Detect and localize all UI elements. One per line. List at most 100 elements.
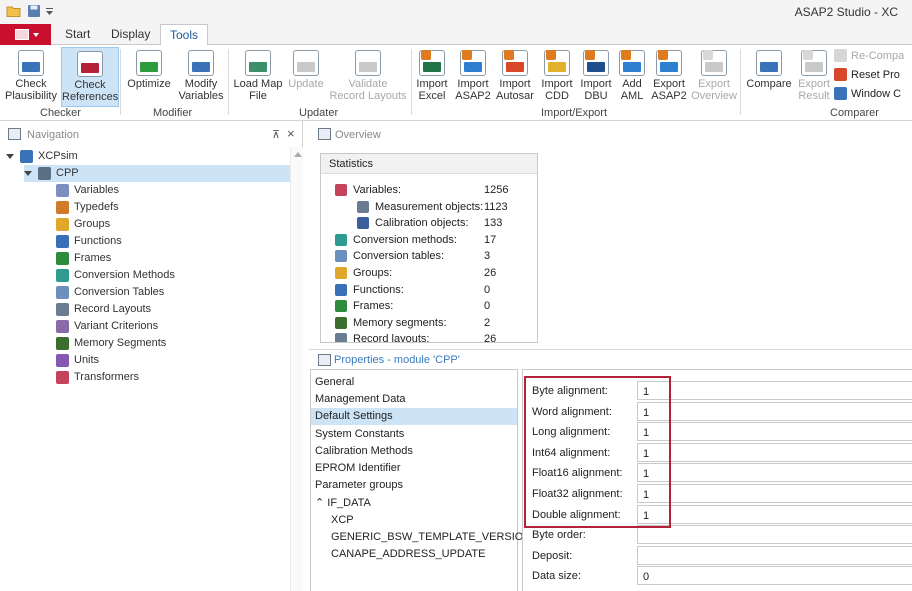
save-icon[interactable] [26,3,42,19]
pin-icon[interactable]: ⊼ [272,128,280,141]
navigation-scrollbar[interactable] [290,147,303,591]
compare-button[interactable]: Compare [743,47,795,107]
record-layouts-icon [335,333,347,342]
property-category-parameter-groups[interactable]: Parameter groups [311,477,517,494]
export-asap2-label: Export [653,78,685,90]
group-label-checker: Checker [40,107,81,119]
property-category-xcp[interactable]: XCP [311,512,517,529]
frames-icon [56,252,69,265]
property-row: Byte order: [523,524,912,545]
file-menu-button[interactable] [0,24,51,45]
modify-variables-button[interactable]: Modify Variables [176,47,226,107]
property-value: 1 [643,406,650,419]
property-value-field[interactable]: 1 [637,463,912,483]
property-row: Long alignment: 1 [523,421,912,442]
property-value-field[interactable]: 1 [637,381,912,400]
check-references-button[interactable]: Check References [61,47,119,107]
property-row: Word alignment: 1 [523,401,912,422]
compare-label: Compare [746,78,792,90]
tree-item-conversion-tables[interactable]: Conversion Tables [52,284,290,301]
tab-start[interactable]: Start [65,27,90,41]
add-aml-button[interactable]: Add AML [616,47,648,107]
tree-item-conversion-methods[interactable]: Conversion Methods [52,267,290,284]
property-value-field[interactable]: 1 [637,442,912,462]
export-result-button[interactable]: Export Result [796,47,832,107]
tree-item-frames[interactable]: Frames [52,250,290,267]
property-category-calibration-methods[interactable]: Calibration Methods [311,443,517,460]
tree-item-typedefs[interactable]: Typedefs [52,199,290,216]
property-value: 1 [643,427,650,440]
customize-dropdown-icon[interactable] [44,3,60,19]
import-autosar-button[interactable]: Import Autosar [494,47,536,107]
property-row: Float32 alignment: 1 [523,483,912,504]
tree-item-label: Frames [74,252,112,264]
tree-item-variant-criterions[interactable]: Variant Criterions [52,318,290,335]
property-row: Byte alignment: 1 [523,380,912,401]
property-value: 1 [643,447,650,460]
tab-tools[interactable]: Tools [160,24,209,46]
property-category-if-data[interactable]: ⌃ IF_DATA [311,494,517,511]
optimize-button[interactable]: Optimize [123,47,175,107]
window-label: Window C [851,88,902,100]
property-value-field[interactable]: 0 [637,566,912,586]
import-dbu-button[interactable]: Import DBU [577,47,615,107]
import-cdd-button[interactable]: Import CDD [538,47,576,107]
property-value-field[interactable]: 1 [637,401,912,421]
calibration-icon [357,217,369,230]
tree-item-functions[interactable]: Functions [52,233,290,250]
close-icon[interactable]: × [287,126,295,141]
load-map-file-button[interactable]: Load Map File [231,47,285,107]
window-button[interactable]: Window C [834,87,901,105]
property-value-field[interactable]: 1 [637,422,912,442]
export-overview-label: Export [698,78,730,90]
expand-toggle-icon[interactable] [24,171,32,176]
tree-item-units[interactable]: Units [52,352,290,369]
arrow-icon [462,50,472,60]
property-category-canape-address-update[interactable]: CANAPE_ADDRESS_UPDATE [311,546,517,563]
memory-icon [335,316,347,329]
property-label: Byte order: [532,529,586,542]
update-button[interactable]: Update [286,47,326,107]
statistics-value: 2 [484,316,491,329]
statistics-row: Frames: 0 [321,298,537,314]
tree-item-memory-segments[interactable]: Memory Segments [52,335,290,352]
import-asap2-button[interactable]: Import ASAP2 [453,47,493,107]
tree-item-variables[interactable]: Variables [52,182,290,199]
property-label: Long alignment: [532,426,611,439]
modify-variables-sublabel: Variables [178,90,224,102]
tree-item-groups[interactable]: Groups [52,216,290,233]
check-plausibility-button[interactable]: Check Plausibility [2,47,60,107]
export-overview-button[interactable]: Export Overview [690,47,738,107]
properties-header: Properties - module 'CPP' [309,349,912,369]
property-row: Int64 alignment: 1 [523,442,912,463]
property-value-field[interactable] [637,525,912,545]
property-category-management-data[interactable]: Management Data [311,391,517,408]
statistics-row: Record layouts: 26 [321,331,537,342]
statistics-row: Conversion tables: 3 [321,248,537,264]
scroll-up-icon[interactable] [294,152,302,157]
property-category-eprom-identifier[interactable]: EPROM Identifier [311,460,517,477]
property-value-field[interactable]: 1 [637,484,912,503]
property-category-generic-bsw-template-version[interactable]: GENERIC_BSW_TEMPLATE_VERSION [311,529,531,546]
tree-item-record-layouts[interactable]: Record Layouts [52,301,290,318]
expand-toggle-icon[interactable] [6,154,14,159]
statistics-row: Groups: 26 [321,265,537,281]
tree-item-xcpsim[interactable]: XCPsim [6,148,290,165]
tree-item-cpp[interactable]: CPP [24,165,290,182]
reset-button[interactable]: Reset Pro [834,68,900,86]
property-category-system-constants[interactable]: System Constants [311,426,517,443]
property-value-field[interactable] [637,545,912,565]
validate-record-layouts-button[interactable]: Validate Record Layouts [328,47,408,107]
open-folder-icon[interactable] [6,3,22,19]
import-excel-button[interactable]: Import Excel [413,47,451,107]
recompare-button[interactable]: Re-Compa [834,49,904,67]
export-asap2-button[interactable]: Export ASAP2 [649,47,689,107]
load-map-file-sublabel: File [249,90,267,102]
tree-item-transformers[interactable]: Transformers [52,369,290,386]
statistics-label: Frames: [353,300,394,313]
property-value-field[interactable]: 1 [637,504,912,524]
property-category-general[interactable]: General [311,374,517,391]
property-category-default-settings[interactable]: Default Settings [311,408,517,426]
title-bar: ASAP2 Studio - XC [0,0,912,24]
tab-display[interactable]: Display [111,27,150,41]
